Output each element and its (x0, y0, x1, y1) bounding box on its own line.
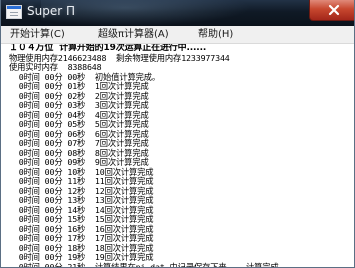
title-bar[interactable]: Super Π (1, 0, 354, 26)
app-icon-bar (7, 6, 21, 9)
output-area: １０４万位 计算开始的19次运算正在进行中...... 物理使用内存2146623… (1, 44, 354, 268)
menu-start-calculation[interactable]: 开始计算(C) (10, 28, 65, 41)
menu-super-pi-calculator[interactable]: 超级π计算器(A) (98, 28, 169, 41)
menu-bar: 开始计算(C) 超级π计算器(A) 帮助(H) (1, 26, 354, 44)
close-button[interactable] (309, 0, 354, 21)
output-lines: １０４万位 计算开始的19次运算正在进行中...... 物理使用内存2146623… (9, 44, 354, 268)
menu-help[interactable]: 帮助(H) (198, 28, 233, 41)
app-icon-line (10, 15, 18, 16)
close-icon (328, 4, 340, 16)
window-app-icon[interactable] (6, 5, 22, 19)
app-window: Super Π 开始计算(C) 超级π计算器(A) 帮助(H) １０４万位 计算… (0, 0, 355, 268)
log-line: 0时间 00分 21秒 计算结果在pi.dat 中记录保存下来 计算完成 (9, 261, 279, 268)
app-icon-line (10, 12, 18, 13)
window-title: Super Π (27, 4, 75, 18)
